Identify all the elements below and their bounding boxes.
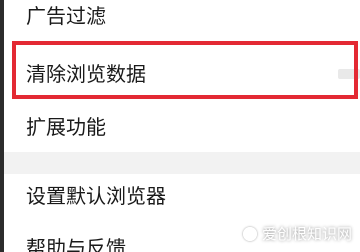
- menu-item-extensions[interactable]: 扩展功能: [4, 100, 360, 152]
- menu-item-label: 帮助与反馈: [26, 236, 126, 252]
- menu-item-label: 扩展功能: [26, 115, 106, 139]
- watermark-logo-icon: [242, 226, 257, 241]
- section-divider: [4, 152, 360, 174]
- menu-item-label: 清除浏览数据: [26, 62, 146, 86]
- menu-item-label: 设置默认浏览器: [26, 184, 166, 208]
- menu-item-clear-browsing-data[interactable]: 清除浏览数据: [4, 48, 360, 100]
- settings-screen: 广告过滤 清除浏览数据 扩展功能 设置默认浏览器 帮助与反馈 爱创根知识网: [0, 0, 360, 252]
- menu-item-ad-filter[interactable]: 广告过滤: [4, 0, 360, 40]
- watermark: 爱创根知识网: [242, 223, 352, 244]
- watermark-text: 爱创根知识网: [261, 225, 352, 243]
- menu-item-set-default-browser[interactable]: 设置默认浏览器: [4, 174, 360, 222]
- menu-item-label: 广告过滤: [26, 4, 106, 28]
- item-value-blurred: [338, 69, 360, 79]
